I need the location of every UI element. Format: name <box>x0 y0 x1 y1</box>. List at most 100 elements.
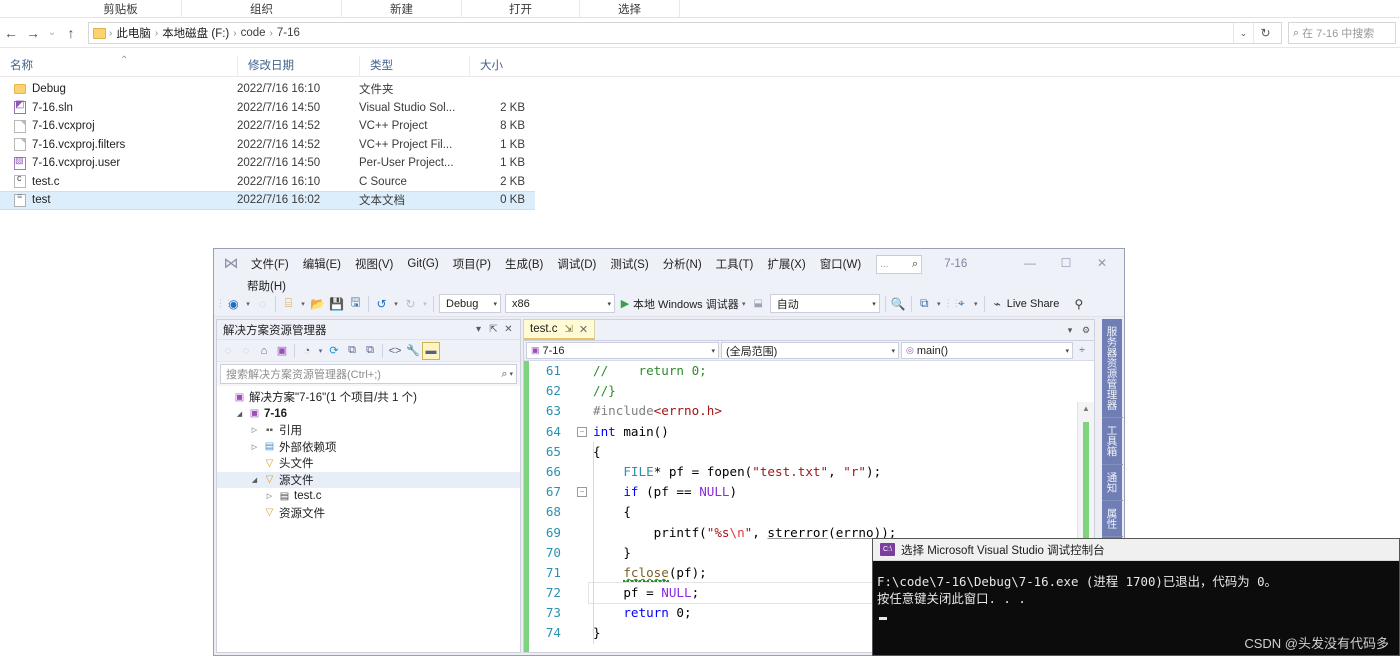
menu-item-测试s[interactable]: 测试(S) <box>603 253 655 275</box>
code-line[interactable]: FILE* pf = fopen("test.txt", "r"); <box>589 462 1094 482</box>
pin-icon[interactable]: ⇱ <box>486 324 501 335</box>
tree-node[interactable]: ◢ ▣ 7-16 <box>217 406 520 423</box>
fold-margin[interactable]: − − <box>575 361 589 652</box>
console-title-bar[interactable]: C:\ 选择 Microsoft Visual Studio 调试控制台 <box>873 539 1399 561</box>
code-line[interactable]: if (pf == NULL) <box>589 482 1094 502</box>
column-header-size[interactable]: 大小 <box>469 55 533 77</box>
code-line[interactable]: #include<errno.h> <box>589 401 1094 421</box>
forward-icon[interactable]: → <box>22 21 44 45</box>
column-header-name[interactable]: 名称 ⌃ <box>0 55 237 77</box>
chevron-down-icon[interactable]: ▾ <box>316 342 325 360</box>
code-line[interactable]: int main() <box>589 422 1094 442</box>
chevron-down-icon[interactable]: ▾ <box>243 300 253 308</box>
refresh-icon[interactable]: ↻ <box>1253 23 1277 43</box>
navbar-scope-dropdown[interactable]: (全局范围) ▾ <box>721 342 899 359</box>
twisty-icon[interactable]: ▷ <box>247 426 262 434</box>
menu-item-扩展x[interactable]: 扩展(X) <box>760 253 812 275</box>
code-line[interactable]: { <box>589 502 1094 522</box>
menu-item-调试d[interactable]: 调试(D) <box>550 253 603 275</box>
maximize-icon[interactable]: ☐ <box>1048 253 1084 273</box>
code-line[interactable]: //} <box>589 381 1094 401</box>
chevron-down-icon[interactable]: ▾ <box>391 300 401 308</box>
chevron-down-icon[interactable]: ▾ <box>471 324 486 335</box>
pin-icon[interactable]: ⇲ <box>564 324 572 335</box>
vertical-tab[interactable]: 属性 <box>1101 501 1123 537</box>
solution-view-icon[interactable]: ▣ <box>273 342 291 360</box>
breadcrumb-item-1[interactable]: 本地磁盘 (F:) <box>159 25 232 41</box>
chevron-down-icon[interactable]: ▾ <box>1062 320 1078 340</box>
chevron-down-icon[interactable]: ▾ <box>420 300 430 308</box>
file-name-cell[interactable]: 7-16.vcxproj <box>0 119 237 133</box>
menu-item-生成b[interactable]: 生成(B) <box>498 253 550 275</box>
file-name-cell[interactable]: Debug <box>0 83 237 95</box>
ribbon-group-new[interactable]: 新建 <box>342 0 462 18</box>
up-icon[interactable]: ↑ <box>60 21 82 45</box>
home-icon[interactable]: ⌂ <box>255 342 273 360</box>
twisty-icon[interactable]: ◢ <box>247 476 262 484</box>
collapse-region-icon[interactable]: − <box>575 482 589 502</box>
collapse-all-icon[interactable]: ⧉ <box>343 342 361 360</box>
file-name-cell[interactable]: test <box>0 191 237 207</box>
split-editor-icon[interactable]: ÷ <box>1075 345 1089 356</box>
breadcrumb[interactable]: › 此电脑 › 本地磁盘 (F:) › code › 7-16 ⌄ ↻ <box>88 22 1282 44</box>
twisty-icon[interactable]: ◢ <box>232 410 247 418</box>
toolbar-grip[interactable]: ⋮⋮ <box>944 298 961 309</box>
pending-changes-icon[interactable]: ◔ <box>298 342 316 360</box>
file-name-cell[interactable]: test.c <box>0 173 237 189</box>
table-row[interactable]: test 2022/7/16 16:02 文本文档 0 KB <box>0 191 535 210</box>
twisty-icon[interactable]: ▷ <box>262 492 277 500</box>
chevron-down-icon[interactable]: ▾ <box>298 300 308 308</box>
breadcrumb-item-2[interactable]: code <box>238 27 269 39</box>
menu-item-help[interactable]: 帮助(H) <box>240 275 293 297</box>
table-row[interactable]: 7-16.sln 2022/7/16 14:50 Visual Studio Sol… <box>0 99 535 118</box>
breadcrumb-item-3[interactable]: 7-16 <box>274 27 303 39</box>
close-icon[interactable]: ✕ <box>1084 253 1120 273</box>
table-row[interactable]: Debug 2022/7/16 16:10 文件夹 <box>0 80 535 99</box>
column-header-date[interactable]: 修改日期 <box>237 55 359 77</box>
file-name-cell[interactable]: 7-16.sln <box>0 99 237 115</box>
ribbon-group-clipboard[interactable]: 剪贴板 <box>60 0 182 18</box>
close-icon[interactable]: ✕ <box>501 324 516 335</box>
tree-node[interactable]: ▷ ▤ test.c <box>217 488 520 505</box>
file-name-cell[interactable]: 7-16.vcxproj.user <box>0 155 237 170</box>
back-icon[interactable]: ◌ <box>219 342 237 360</box>
chevron-down-icon[interactable]: ⌄ <box>1233 23 1253 43</box>
solution-explorer-search-input[interactable]: 搜索解决方案资源管理器(Ctrl+;) ⌕ ▾ <box>220 364 517 384</box>
start-debugging-icon[interactable]: ▶ <box>617 297 633 310</box>
ribbon-group-organize[interactable]: 组织 <box>182 0 342 18</box>
gear-icon[interactable]: ⚙ <box>1078 320 1094 340</box>
menu-item-项目p[interactable]: 项目(P) <box>446 253 498 275</box>
menu-item-文件f[interactable]: 文件(F) <box>244 253 296 275</box>
navbar-project-dropdown[interactable]: ▣ 7-16 ▾ <box>526 342 719 359</box>
file-name-cell[interactable]: 7-16.vcxproj.filters <box>0 138 237 152</box>
table-row[interactable]: 7-16.vcxproj.user 2022/7/16 14:50 Per-User… <box>0 154 535 173</box>
chevron-down-icon[interactable]: ▾ <box>739 300 749 308</box>
table-row[interactable]: test.c 2022/7/16 16:10 C Source 2 KB <box>0 173 535 192</box>
tree-node[interactable]: ▣ 解决方案"7-16"(1 个项目/共 1 个) <box>217 389 520 406</box>
view-code-icon[interactable]: <> <box>386 342 404 360</box>
chevron-down-icon[interactable]: ▾ <box>509 370 513 378</box>
chevron-down-icon[interactable]: ▾ <box>934 300 944 308</box>
live-share-label[interactable]: Live Share <box>1007 298 1060 310</box>
preview-selected-items-icon[interactable]: ▬ <box>422 341 440 360</box>
menu-item-gitg[interactable]: Git(G) <box>400 255 445 273</box>
close-icon[interactable]: ✕ <box>579 323 588 336</box>
tree-node[interactable]: ▷ ▤ 外部依赖项 <box>217 439 520 456</box>
show-all-files-icon[interactable]: ⧉ <box>361 342 379 360</box>
tab-test-c[interactable]: test.c ⇲ ✕ <box>524 320 596 340</box>
twisty-icon[interactable]: ▷ <box>247 443 262 451</box>
start-debugging-label[interactable]: 本地 Windows 调试器 <box>633 296 739 312</box>
ribbon-group-select[interactable]: 选择 <box>580 0 680 18</box>
chevron-down-icon[interactable]: ▾ <box>971 300 981 308</box>
tree-node[interactable]: ◢ ▽ 源文件 <box>217 471 520 488</box>
minimize-icon[interactable]: — <box>1012 253 1048 273</box>
vs-quick-launch-input[interactable]: ... ⌕ <box>876 255 923 274</box>
ribbon-group-open[interactable]: 打开 <box>462 0 580 18</box>
vertical-tab[interactable]: 通知 <box>1101 465 1123 501</box>
refresh-icon[interactable]: ⟳ <box>325 342 343 360</box>
menu-item-工具t[interactable]: 工具(T) <box>709 253 761 275</box>
tree-node[interactable]: ▽ 资源文件 <box>217 505 520 522</box>
vertical-tab[interactable]: 服务器资源管理器 <box>1101 319 1123 418</box>
table-row[interactable]: 7-16.vcxproj.filters 2022/7/16 14:52 VC++ … <box>0 136 535 155</box>
collapse-region-icon[interactable]: − <box>575 422 589 442</box>
